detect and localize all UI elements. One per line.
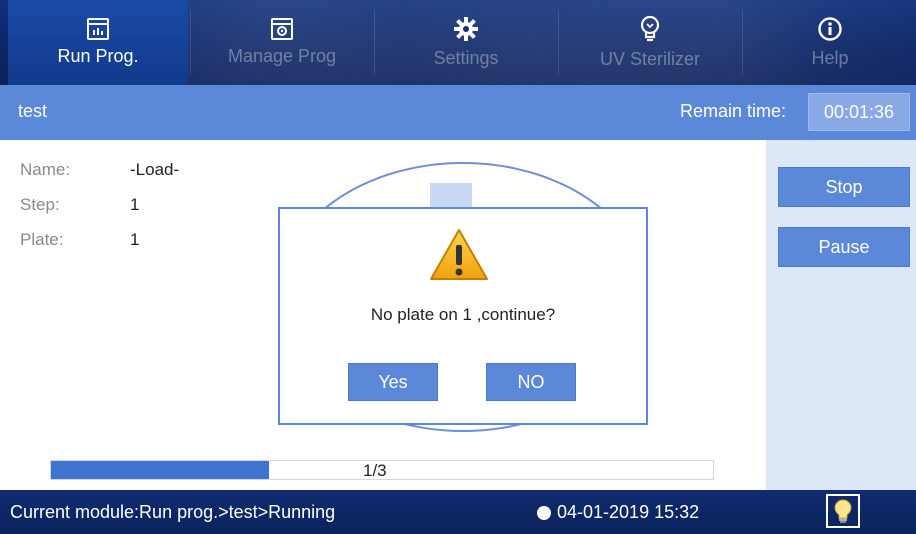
datetime-text: 04-01-2019 15:32 [557, 502, 700, 522]
no-button[interactable]: NO [486, 363, 576, 401]
tab-help[interactable]: Help [744, 0, 916, 85]
status-bar: Current module:Run prog.>test>Running 04… [0, 490, 916, 534]
datetime-display: 04-01-2019 15:32 [537, 502, 699, 523]
pause-button[interactable]: Pause [778, 227, 910, 267]
tab-run-prog[interactable]: Run Prog. [8, 0, 188, 85]
remain-time-label: Remain time: [679, 101, 786, 121]
tab-uv-sterilizer-label: UV Sterilizer [599, 49, 701, 69]
nav-separator [558, 10, 559, 75]
step-value: 1 [130, 195, 140, 214]
plate-value: 1 [130, 230, 140, 249]
tab-manage-prog-label: Manage Prog [227, 46, 337, 66]
tab-uv-sterilizer[interactable]: UV Sterilizer [560, 0, 740, 85]
clock-icon [537, 505, 551, 520]
step-row: Step: 1 [20, 195, 179, 230]
tab-settings[interactable]: Settings [376, 0, 556, 85]
warning-icon [430, 229, 488, 280]
control-panel: Stop Pause [766, 140, 916, 490]
plate-row: Plate: 1 [20, 230, 179, 265]
progress-text: 1/3 [363, 461, 387, 480]
step-label: Step: [20, 195, 60, 214]
run-progress-bar: 1/3 [50, 460, 714, 480]
gear-icon [454, 17, 478, 41]
plate-label: Plate: [20, 230, 64, 249]
remain-time-value: 00:01:36 [808, 93, 910, 131]
program-title-bar: test Remain time: 00:01:36 [0, 85, 916, 140]
top-navigation: Run Prog. Manage Prog Settings UV Steril… [0, 0, 916, 85]
yes-button[interactable]: Yes [348, 363, 438, 401]
manage-prog-icon [271, 18, 293, 40]
uv-lamp-button[interactable] [826, 494, 860, 528]
step-info: Name: -Load- Step: 1 Plate: 1 [20, 160, 179, 265]
run-prog-icon [87, 18, 109, 40]
info-icon [818, 17, 842, 41]
name-row: Name: -Load- [20, 160, 179, 195]
tab-run-prog-label: Run Prog. [57, 46, 139, 66]
name-value: -Load- [130, 160, 180, 179]
program-name: test [18, 101, 48, 121]
confirm-dialog: No plate on 1 ,continue? Yes NO [278, 207, 648, 425]
tab-manage-prog[interactable]: Manage Prog [192, 0, 372, 85]
nav-separator [190, 10, 191, 75]
plate-position-marker [430, 183, 472, 207]
stop-button[interactable]: Stop [778, 167, 910, 207]
current-module-text: Current module:Run prog.>test>Running [10, 502, 336, 522]
dialog-message: No plate on 1 ,continue? [370, 305, 556, 324]
tab-help-label: Help [811, 48, 849, 68]
name-label: Name: [20, 160, 71, 179]
uv-bulb-icon [640, 15, 660, 42]
lightbulb-icon [834, 499, 852, 523]
progress-fill [51, 461, 270, 479]
tab-settings-label: Settings [433, 48, 499, 68]
nav-separator [742, 10, 743, 75]
nav-separator [374, 10, 375, 75]
